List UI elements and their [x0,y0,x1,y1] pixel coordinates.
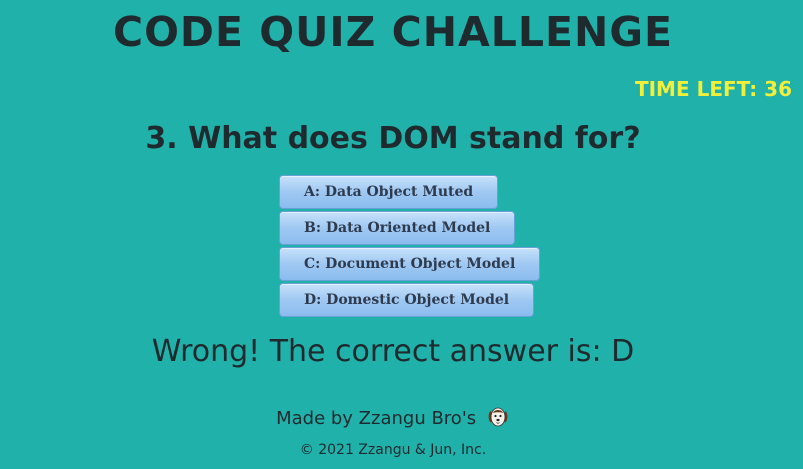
copyright-text: © 2021 Zzangu & Jun, Inc. [299,442,487,458]
answer-list: A: Data Object Muted B: Data Oriented Mo… [279,175,541,319]
question-text: 3. What does DOM stand for? [145,121,641,156]
answer-button-a[interactable]: A: Data Object Muted [279,175,499,209]
time-left-display: TIME LEFT: 36 [634,77,792,101]
answer-feedback: Wrong! The correct answer is: D [151,334,635,369]
credits-text: Made by Zzangu Bro's [276,408,477,429]
dog-icon [486,405,510,429]
page-title: CODE QUIZ CHALLENGE [112,8,674,56]
answer-button-d[interactable]: D: Domestic Object Model [279,283,535,317]
answer-button-b[interactable]: B: Data Oriented Model [279,211,516,245]
credits-line: Made by Zzangu Bro's [0,405,786,429]
answer-button-c[interactable]: C: Document Object Model [279,247,541,281]
